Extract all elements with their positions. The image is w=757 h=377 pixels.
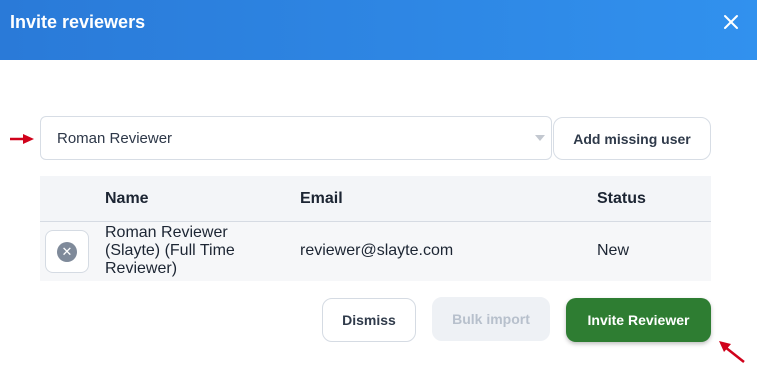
dismiss-button[interactable]: Dismiss (322, 298, 416, 342)
column-header-status: Status (597, 190, 646, 207)
annotation-arrow-icon (719, 341, 745, 363)
table-row: ✕ Roman Reviewer (Slayte) (Full Time Rev… (40, 222, 711, 281)
reviewer-name-line: (Slayte) (Full Time (105, 242, 235, 259)
annotation-arrow-icon (10, 134, 34, 144)
reviewer-select[interactable]: Roman Reviewer (40, 116, 552, 160)
reviewer-name: Roman Reviewer (Slayte) (Full Time Revie… (105, 224, 235, 278)
invite-reviewer-button[interactable]: Invite Reviewer (566, 298, 711, 342)
add-missing-user-button[interactable]: Add missing user (553, 117, 711, 160)
table-header-row: Name Email Status (40, 176, 711, 222)
dialog-header: Invite reviewers (0, 0, 757, 60)
chevron-down-icon (535, 135, 545, 141)
dialog-title: Invite reviewers (10, 12, 146, 32)
reviewer-select-value: Roman Reviewer (57, 129, 173, 147)
reviewer-name-line: Roman Reviewer (105, 224, 228, 241)
bulk-import-button[interactable]: Bulk import (432, 297, 550, 341)
remove-reviewer-button[interactable]: ✕ (45, 230, 89, 273)
reviewer-email: reviewer@slayte.com (300, 242, 454, 259)
reviewer-name-line: Reviewer) (105, 260, 178, 277)
column-header-name: Name (105, 190, 149, 207)
remove-circle-icon: ✕ (57, 241, 77, 262)
reviewers-table: Name Email Status ✕ Roman Reviewer (Slay… (40, 176, 711, 281)
close-icon[interactable] (720, 11, 742, 33)
reviewer-status: New (597, 242, 630, 259)
column-header-email: Email (300, 190, 343, 207)
